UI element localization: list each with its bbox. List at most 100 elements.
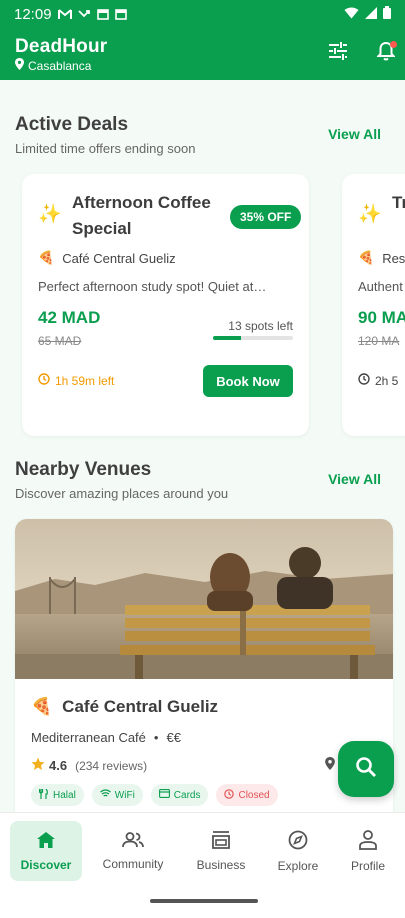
nav-community-label: Community xyxy=(102,856,164,871)
pizza-icon: 🍕 xyxy=(31,697,53,716)
app-screen: 12:09 DeadHour Casablanca Active Deals L… xyxy=(0,0,405,918)
venue-photo xyxy=(15,519,393,679)
compass-icon xyxy=(288,830,308,853)
nav-discover-label: Discover xyxy=(20,857,72,872)
clock-icon xyxy=(224,788,235,802)
venue-name-label: Café Central Gueliz xyxy=(62,697,219,716)
deal-old-price: 120 MA xyxy=(358,334,400,348)
home-icon xyxy=(36,831,56,852)
book-now-button[interactable]: Book Now xyxy=(203,365,293,397)
deal-old-price: 65 MAD xyxy=(38,334,82,348)
utensils-icon xyxy=(38,788,49,802)
active-deals-subtitle: Limited time offers ending soon xyxy=(15,141,196,156)
time-left-label: 1h 59m left xyxy=(55,373,115,388)
home-indicator[interactable] xyxy=(150,899,258,903)
sparkle-icon: ✨ xyxy=(38,204,62,225)
bottom-nav: Discover Community Business Explore Prof… xyxy=(0,812,405,887)
calendar-icon xyxy=(96,8,109,20)
spots-progress-fill xyxy=(213,336,241,340)
nav-community[interactable]: Community xyxy=(97,821,169,881)
rating-value: 4.6 xyxy=(49,758,68,773)
clock-icon xyxy=(38,373,50,388)
chip-cards-label: Cards xyxy=(173,789,201,801)
sparkle-icon: ✨ xyxy=(358,204,382,225)
venue-category: Mediterranean Café xyxy=(31,730,146,745)
nav-profile-label: Profile xyxy=(350,858,385,873)
app-title: DeadHour xyxy=(15,36,108,57)
rating-reviews: (234 reviews) xyxy=(75,758,148,773)
battery-icon xyxy=(383,6,391,22)
chip-wifi-label: WiFi xyxy=(114,789,135,801)
location-label: Casablanca xyxy=(28,58,92,73)
search-fab[interactable] xyxy=(338,741,394,797)
chip-wifi: WiFi xyxy=(91,784,143,806)
star-icon xyxy=(31,757,45,774)
deal-card[interactable]: ✨ Afternoon Coffee Special 35% OFF 🍕 Caf… xyxy=(22,174,309,436)
amenity-chips: Halal WiFi Cards Closed xyxy=(31,784,278,806)
time-left-label: 2h 5 xyxy=(375,373,399,388)
time-left: 2h 5 xyxy=(358,373,398,388)
notification-dot xyxy=(390,41,397,48)
filter-button[interactable] xyxy=(325,40,351,66)
missed-call-icon xyxy=(77,9,91,19)
nearby-venues-title: Nearby Venues xyxy=(15,459,152,480)
group-icon xyxy=(122,831,144,851)
notifications-button[interactable] xyxy=(373,40,399,66)
deal-venue: 🍕 Res xyxy=(358,250,405,266)
status-time: 12:09 xyxy=(14,5,52,23)
person-icon xyxy=(359,829,377,853)
venue-name: 🍕 Café Central Gueliz xyxy=(31,697,218,717)
chip-closed: Closed xyxy=(216,784,278,806)
deal-venue-name: Res xyxy=(382,250,405,266)
deal-title: Tr Ex xyxy=(392,193,405,212)
deal-venue: 🍕 Café Central Gueliz xyxy=(38,250,176,266)
app-bar: DeadHour Casablanca xyxy=(0,28,405,80)
spots-progress xyxy=(213,336,293,340)
chip-cards: Cards xyxy=(150,784,209,806)
clock-icon xyxy=(358,373,370,388)
deal-card[interactable]: ✨ Tr Ex 🍕 Res Authent 90 MA 120 MA 2h 5 xyxy=(342,174,405,436)
calendar-alt-icon xyxy=(114,8,127,20)
status-bar: 12:09 xyxy=(0,0,405,28)
credit-card-icon xyxy=(158,789,170,801)
meta-separator: • xyxy=(153,730,159,745)
deal-title: Afternoon Coffee Special xyxy=(72,193,211,238)
venue-card[interactable]: 🍕 Café Central Gueliz Mediterranean Café… xyxy=(15,519,393,839)
active-deals-view-all[interactable]: View All xyxy=(328,126,381,142)
deal-description: Perfect afternoon study spot! Quiet at… xyxy=(38,279,267,294)
nav-business-label: Business xyxy=(196,857,246,872)
discount-badge: 35% OFF xyxy=(230,205,302,229)
nav-profile[interactable]: Profile xyxy=(332,821,404,881)
storefront-icon xyxy=(211,830,231,852)
wifi-icon xyxy=(344,6,359,22)
tune-icon xyxy=(328,41,348,65)
venue-meta: Mediterranean Café • €€ xyxy=(31,730,181,745)
spots-left: 13 spots left xyxy=(228,319,293,333)
nav-business[interactable]: Business xyxy=(185,821,257,881)
nearby-venues-view-all[interactable]: View All xyxy=(328,471,381,487)
wifi-icon xyxy=(99,789,111,801)
active-deals-title: Active Deals xyxy=(15,114,129,135)
signal-icon xyxy=(365,6,377,22)
pizza-icon: 🍕 xyxy=(358,250,375,265)
gmail-icon xyxy=(57,8,72,20)
map-pin-icon xyxy=(325,757,335,775)
nearby-venues-subtitle: Discover amazing places around you xyxy=(15,486,229,501)
nav-discover[interactable]: Discover xyxy=(10,821,82,881)
venue-rating: 4.6 (234 reviews) xyxy=(31,757,147,774)
pizza-icon: 🍕 xyxy=(38,250,55,265)
deal-description: Authent xyxy=(358,279,403,294)
location-selector[interactable]: Casablanca xyxy=(15,58,91,73)
deal-price: 42 MAD xyxy=(38,308,101,327)
venue-price-level: €€ xyxy=(166,730,181,745)
search-icon xyxy=(355,756,377,783)
nav-explore-label: Explore xyxy=(277,858,319,873)
chip-halal: Halal xyxy=(31,784,84,806)
time-left: 1h 59m left xyxy=(38,373,114,388)
chip-closed-label: Closed xyxy=(238,789,270,801)
deal-venue-name: Café Central Gueliz xyxy=(62,250,176,266)
nav-explore[interactable]: Explore xyxy=(262,821,334,881)
deal-price: 90 MA xyxy=(358,308,405,327)
location-pin-icon xyxy=(15,58,24,73)
chip-halal-label: Halal xyxy=(53,789,76,801)
